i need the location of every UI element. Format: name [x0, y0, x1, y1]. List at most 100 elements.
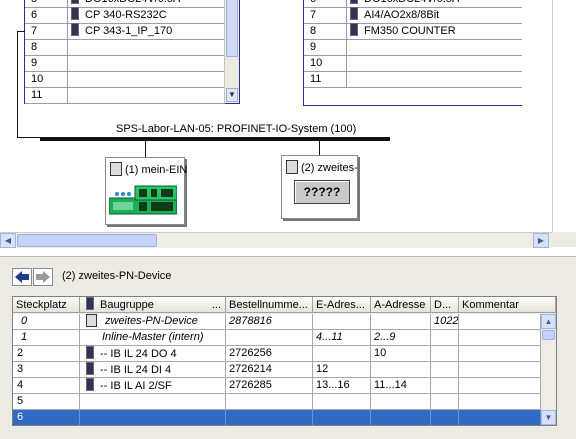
- rack-module[interactable]: AI4/AO2x8/8Bit: [350, 7, 439, 23]
- col-e-adresse-cell[interactable]: [313, 314, 371, 330]
- device-1-node[interactable]: (1) mein-EIN: [105, 157, 187, 225]
- rack-row[interactable]: 11: [25, 87, 225, 104]
- col-steckplatz-cell[interactable]: 6: [13, 410, 80, 425]
- col-a-adresse-cell[interactable]: [371, 394, 431, 410]
- rack-row[interactable]: 7 AI4/AO2x8/8Bit: [304, 7, 522, 24]
- table-row[interactable]: 1 Inline-Master (intern) 4...11 2...9: [13, 330, 541, 346]
- forward-button[interactable]: [33, 268, 53, 286]
- col-bestellnummer-header[interactable]: Bestellnumme...: [226, 297, 313, 313]
- col-bestellnummer-cell[interactable]: [226, 330, 313, 346]
- network-view[interactable]: 5 DO16xDC24V/0.5A 6 CP 340-RS232C 7 CP 343-1_…: [0, 0, 553, 232]
- rack-row[interactable]: 10: [304, 55, 522, 72]
- col-kommentar-cell[interactable]: [459, 394, 541, 410]
- table-vertical-scrollbar[interactable]: ▲ ▼: [541, 314, 556, 425]
- left-rack-scrollbar[interactable]: ▼: [224, 0, 239, 103]
- col-e-adresse-cell[interactable]: 13...16: [313, 378, 371, 394]
- col-baugruppe-cell[interactable]: -- IB IL 24 DO 4: [80, 346, 226, 362]
- col-e-adresse-header[interactable]: E-Adres...: [313, 297, 371, 313]
- table-row[interactable]: 4 -- IB IL AI 2/SF 2726285 13...16 11...14: [13, 378, 541, 394]
- rack-row[interactable]: 10: [25, 71, 225, 88]
- table-row[interactable]: 3 -- IB IL 24 DI 4 2726214 12: [13, 362, 541, 378]
- col-baugruppe-cell[interactable]: [80, 410, 226, 425]
- rack-module[interactable]: CP 340-RS232C: [71, 7, 167, 23]
- col-steckplatz-cell[interactable]: 3: [13, 362, 80, 378]
- table-row[interactable]: 5: [13, 394, 541, 410]
- col-a-adresse-cell[interactable]: 10: [371, 346, 431, 362]
- rack-module[interactable]: DO16xDC24V/0.5A: [350, 0, 459, 7]
- col-kommentar-cell[interactable]: [459, 410, 541, 425]
- rack-module[interactable]: DO16xDC24V/0.5A: [71, 0, 180, 7]
- table-scroll-up-button[interactable]: ▲: [541, 314, 556, 329]
- col-a-adresse-cell[interactable]: [371, 314, 431, 330]
- rack-row[interactable]: 7 CP 343-1_IP_170: [25, 23, 225, 40]
- col-kommentar-cell[interactable]: [459, 330, 541, 346]
- col-diagnose-cell[interactable]: [431, 346, 459, 362]
- rack-row[interactable]: 6 CP 340-RS232C: [25, 7, 225, 24]
- network-vertical-scrollbar[interactable]: ▲ ▼: [552, 0, 553, 232]
- col-steckplatz-cell[interactable]: 2: [13, 346, 80, 362]
- col-e-adresse-cell[interactable]: [313, 410, 371, 425]
- table-row[interactable]: 0 zweites-PN-Device 2878816 1022: [13, 314, 541, 330]
- col-baugruppe-header[interactable]: Baugruppe...: [80, 297, 226, 313]
- col-diagnose-cell[interactable]: [431, 394, 459, 410]
- device-2-node[interactable]: (2) zweites- ?????: [281, 155, 358, 219]
- table-row[interactable]: 2 -- IB IL 24 DO 4 2726256 10: [13, 346, 541, 362]
- right-rack-table[interactable]: 6 DO16xDC24V/0.5A 7 AI4/AO2x8/8Bit 8 FM350 CO…: [303, 0, 522, 106]
- col-e-adresse-cell[interactable]: 4...11: [313, 330, 371, 346]
- rack-row[interactable]: 9: [25, 55, 225, 72]
- col-e-adresse-cell[interactable]: [313, 346, 371, 362]
- col-kommentar-header[interactable]: Kommentar: [459, 297, 556, 313]
- scroll-right-button[interactable]: ▶: [533, 233, 549, 248]
- table-row[interactable]: 6: [13, 410, 541, 425]
- col-a-adresse-header[interactable]: A-Adresse: [371, 297, 431, 313]
- rack-module[interactable]: FM350 COUNTER: [350, 23, 456, 39]
- module-table[interactable]: Steckplatz Baugruppe... Bestellnumme... E-A…: [12, 296, 557, 426]
- col-steckplatz-cell[interactable]: 1: [13, 330, 80, 346]
- col-diagnose-header[interactable]: D...: [431, 297, 459, 313]
- rack-row[interactable]: 9: [304, 39, 522, 56]
- col-kommentar-cell[interactable]: [459, 346, 541, 362]
- col-diagnose-cell[interactable]: [431, 378, 459, 394]
- rack-row[interactable]: 11: [304, 71, 522, 88]
- col-steckplatz-header[interactable]: Steckplatz: [13, 297, 80, 313]
- col-steckplatz-cell[interactable]: 5: [13, 394, 80, 410]
- col-diagnose-cell[interactable]: [431, 410, 459, 425]
- col-bestellnummer-cell[interactable]: 2726256: [226, 346, 313, 362]
- col-bestellnummer-cell[interactable]: [226, 394, 313, 410]
- col-e-adresse-cell[interactable]: 12: [313, 362, 371, 378]
- col-diagnose-cell[interactable]: 1022: [431, 314, 459, 330]
- col-baugruppe-cell[interactable]: -- IB IL AI 2/SF: [80, 378, 226, 394]
- profinet-bus-line[interactable]: [40, 137, 390, 141]
- col-diagnose-cell[interactable]: [431, 330, 459, 346]
- scroll-left-button[interactable]: ◀: [0, 233, 16, 248]
- col-baugruppe-cell[interactable]: Inline-Master (intern): [80, 330, 226, 346]
- col-steckplatz-cell[interactable]: 0: [13, 314, 80, 330]
- col-bestellnummer-cell[interactable]: 2878816: [226, 314, 313, 330]
- col-bestellnummer-cell[interactable]: 2726214: [226, 362, 313, 378]
- col-baugruppe-cell[interactable]: zweites-PN-Device: [80, 314, 226, 330]
- rack-module[interactable]: CP 343-1_IP_170: [71, 23, 172, 39]
- left-rack-table[interactable]: 5 DO16xDC24V/0.5A 6 CP 340-RS232C 7 CP 343-1_…: [24, 0, 240, 104]
- col-bestellnummer-cell[interactable]: [226, 410, 313, 425]
- col-diagnose-cell[interactable]: [431, 362, 459, 378]
- col-kommentar-cell[interactable]: [459, 362, 541, 378]
- table-scroll-down-button[interactable]: ▼: [541, 410, 556, 425]
- col-kommentar-cell[interactable]: [459, 378, 541, 394]
- col-a-adresse-cell[interactable]: 11...14: [371, 378, 431, 394]
- table-scroll-thumb[interactable]: [542, 330, 555, 340]
- col-e-adresse-cell[interactable]: [313, 394, 371, 410]
- left-rack-scroll-thumb[interactable]: [226, 0, 238, 57]
- col-kommentar-cell[interactable]: [459, 314, 541, 330]
- col-baugruppe-cell[interactable]: -- IB IL 24 DI 4: [80, 362, 226, 378]
- col-a-adresse-cell[interactable]: [371, 362, 431, 378]
- horizontal-scroll-thumb[interactable]: [17, 234, 157, 247]
- rack-row[interactable]: 8 FM350 COUNTER: [304, 23, 522, 40]
- col-a-adresse-cell[interactable]: 2...9: [371, 330, 431, 346]
- col-bestellnummer-cell[interactable]: 2726285: [226, 378, 313, 394]
- rack-row[interactable]: 8: [25, 39, 225, 56]
- back-button[interactable]: [12, 268, 32, 286]
- col-steckplatz-cell[interactable]: 4: [13, 378, 80, 394]
- left-rack-scroll-down-button[interactable]: ▼: [226, 88, 238, 102]
- col-baugruppe-cell[interactable]: [80, 394, 226, 410]
- col-a-adresse-cell[interactable]: [371, 410, 431, 425]
